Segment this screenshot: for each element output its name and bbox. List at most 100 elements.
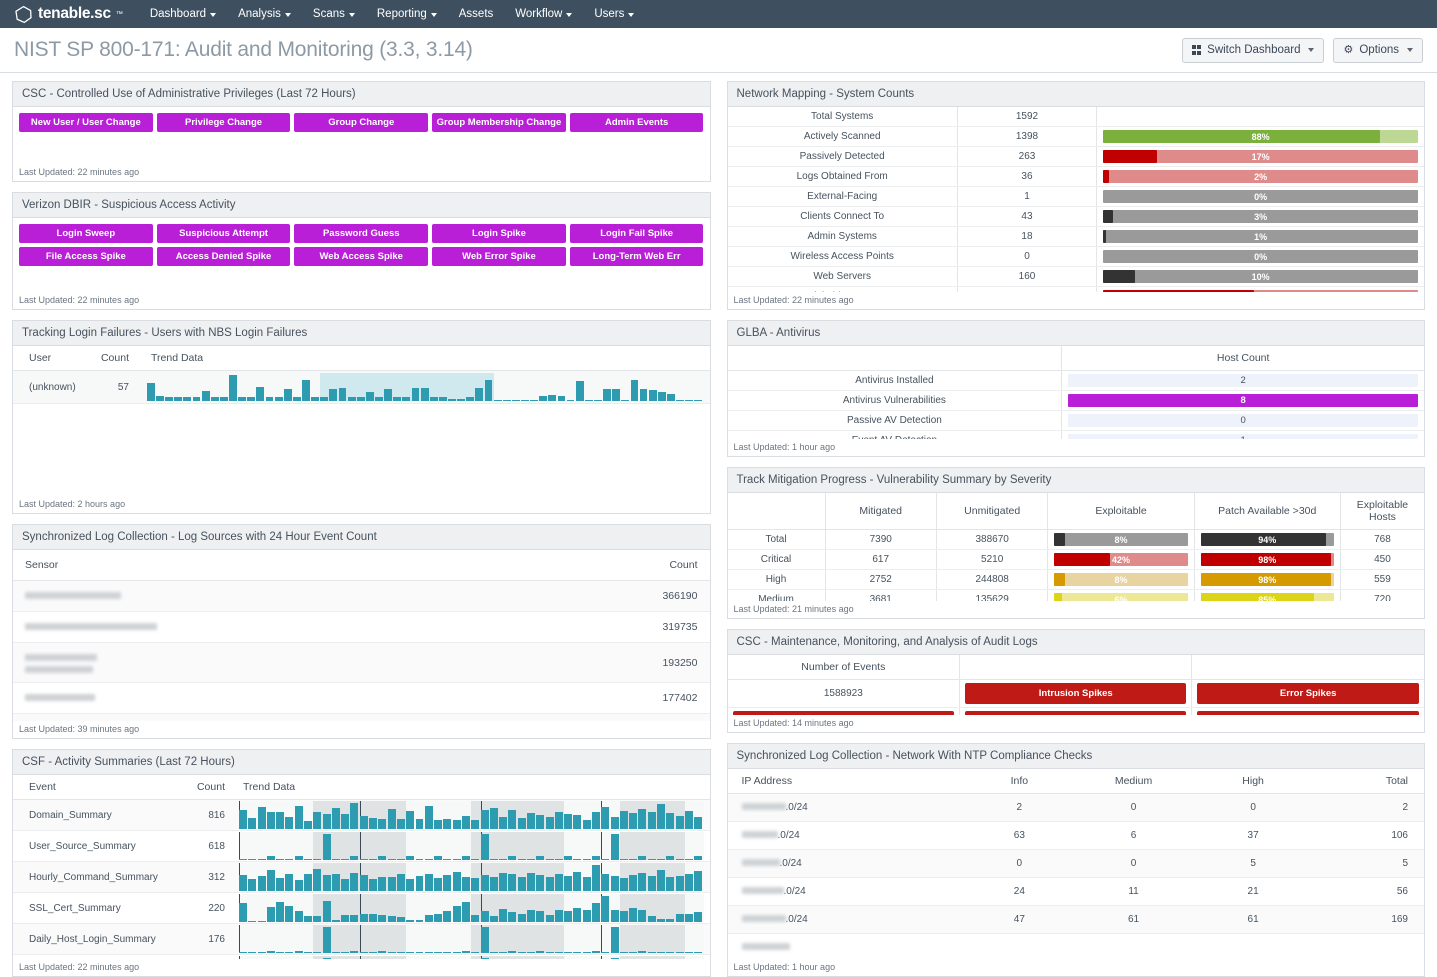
admin-privilege-chip-0[interactable]: New User / User Change [19,113,153,132]
suspicious-activity-chip-6[interactable]: Access Denied Spike [156,247,291,266]
table-row[interactable]: Total Systems 1592 [727,107,1424,127]
table-row[interactable]: User_Source_Summary 618 [13,830,710,862]
suspicious-activity-chip-9[interactable]: Long-Term Web Err [569,247,704,266]
medium-cell[interactable]: 6 [1063,821,1204,850]
admin-privilege-chip-1[interactable]: Privilege Change [156,113,291,132]
intrusion-spikes-button[interactable]: Intrusion Spikes [965,683,1187,704]
table-row[interactable]: 366190 [13,581,710,612]
unmitigated-count: 5210 [935,549,1048,570]
table-row[interactable]: Exploitable Systems768 48% [727,286,1424,292]
trend-bar [508,856,517,860]
trend-bar [592,856,600,860]
trend-bar [548,395,557,401]
brand-logo-area[interactable]: tenable.sc ™ [8,5,139,24]
medium-cell[interactable]: 0 [1063,793,1204,822]
table-row[interactable]: .0/24 2 0 0 2 [727,793,1424,822]
table-row[interactable]: Clients Connect To 43 3% [727,206,1424,227]
table-row[interactable]: Passive AV Detection 0 [727,410,1424,431]
table-row[interactable]: Wireless Access Points 0 0% [727,246,1424,267]
table-row[interactable]: SSL_Cert_Summary 220 [13,892,710,924]
info-cell[interactable]: 47 [975,905,1064,934]
table-row[interactable]: 102561 [13,714,710,721]
table-row[interactable]: Logs Obtained From 36 2% [727,166,1424,187]
table-row[interactable]: Event AV Detection 1 [727,430,1424,439]
options-button[interactable]: ⚙ Options [1333,37,1423,63]
medium-cell[interactable]: 11 [1063,877,1204,906]
metric-label: Clients Connect To [727,206,958,227]
event-cell [13,954,183,959]
suspicious-activity-chip-5[interactable]: File Access Spike [19,247,153,266]
table-row[interactable]: .0/24 0 0 5 5 [727,849,1424,878]
nav-item-users[interactable]: Users [583,2,645,26]
table-row[interactable]: Antivirus Vulnerabilities 8 [727,390,1424,411]
table-row[interactable]: Admin Systems 18 1% [727,226,1424,247]
info-cell[interactable]: 0 [975,849,1064,878]
nav-item-scans[interactable]: Scans [302,2,366,26]
trend-bar [248,817,257,829]
table-row[interactable]: 319735 [13,612,710,643]
info-cell[interactable]: 24 [975,877,1064,906]
table-row[interactable]: Hourly_Command_Summary 312 [13,861,710,893]
error-spikes-button[interactable]: Error Spikes [1197,683,1419,704]
table-row[interactable]: Medium 3681 135629 6% 85% 720 [727,589,1424,601]
suspicious-activity-chip-2[interactable]: Password Guess [294,224,429,243]
nav-item-dashboard[interactable]: Dashboard [139,2,227,26]
table-row[interactable] [13,954,710,959]
trend-bar [369,952,378,953]
metric-label: Actively Scanned [727,126,958,147]
suspicious-activity-chip-4[interactable]: Login Fail Spike [569,224,704,243]
admin-privilege-chip-4[interactable]: Admin Events [569,113,704,132]
medium-cell[interactable]: 0 [1063,849,1204,878]
dns-failures-button[interactable]: DNS Failures [965,711,1187,715]
nav-item-assets[interactable]: Assets [448,2,505,26]
trend-bar [443,859,452,860]
table-row[interactable]: Domain_Summary 816 [13,799,710,831]
medium-cell[interactable]: 61 [1063,905,1204,934]
system-crashes-button[interactable]: System Crashes [732,711,955,715]
suspicious-activity-chip-1[interactable]: Suspicious Attempt [156,224,291,243]
table-row[interactable]: .0/24 63 6 37 106 [727,821,1424,850]
trend-bar [341,814,350,829]
high-cell[interactable] [1203,933,1303,959]
table-row[interactable]: Actively Scanned 1398 88% [727,126,1424,147]
high-cell[interactable]: 61 [1203,905,1303,934]
medium-cell[interactable] [1063,933,1204,959]
table-row[interactable] [727,933,1424,959]
info-cell[interactable]: 63 [975,821,1064,850]
nav-item-reporting[interactable]: Reporting [366,2,448,26]
info-cell[interactable]: 2 [975,793,1064,822]
high-cell[interactable]: 37 [1203,821,1303,850]
col-count: Count [669,559,698,571]
high-cell[interactable]: 21 [1203,877,1303,906]
table-row[interactable]: External-Facing 1 0% [727,186,1424,207]
high-cell[interactable]: 5 [1203,849,1303,878]
table-row[interactable]: High 2752 244808 8% 98% 559 [727,569,1424,590]
dos-activity-button[interactable]: DOS Activity [1197,711,1419,715]
table-row[interactable]: Passively Detected 263 17% [727,146,1424,167]
switch-dashboard-button[interactable]: Switch Dashboard [1181,37,1325,63]
trend-bar [424,915,433,922]
suspicious-activity-chip-0[interactable]: Login Sweep [19,224,153,243]
table-row[interactable]: Web Servers 160 10% [727,266,1424,287]
info-cell[interactable] [975,933,1064,959]
table-row[interactable]: Daily_Host_Login_Summary 176 [13,923,710,955]
table-row[interactable]: .0/24 47 61 61 169 [727,905,1424,934]
high-cell[interactable]: 0 [1203,793,1303,822]
admin-privilege-chip-3[interactable]: Group Membership Change [432,113,566,132]
table-row[interactable]: Total 7390 388670 8% 94% 768 [727,529,1424,550]
table-row[interactable]: .0/24 24 11 21 56 [727,877,1424,906]
suspicious-activity-chip-3[interactable]: Login Spike [432,224,566,243]
table-row[interactable]: 177402 [13,683,710,714]
trend-bar [489,951,498,953]
suspicious-activity-chip-7[interactable]: Web Access Spike [294,247,429,266]
trend-bar [313,916,322,922]
nav-item-analysis[interactable]: Analysis [227,2,302,26]
suspicious-activity-chip-8[interactable]: Web Error Spike [432,247,566,266]
table-row[interactable]: 193250 [13,643,710,683]
table-row[interactable]: Antivirus Installed 2 [727,370,1424,391]
trend-bar [694,399,703,401]
nav-item-workflow[interactable]: Workflow [504,2,583,26]
admin-privilege-chip-2[interactable]: Group Change [294,113,429,132]
table-row[interactable]: Critical 617 5210 42% 98% 450 [727,549,1424,570]
table-row[interactable]: (unknown) 57 [13,370,710,404]
